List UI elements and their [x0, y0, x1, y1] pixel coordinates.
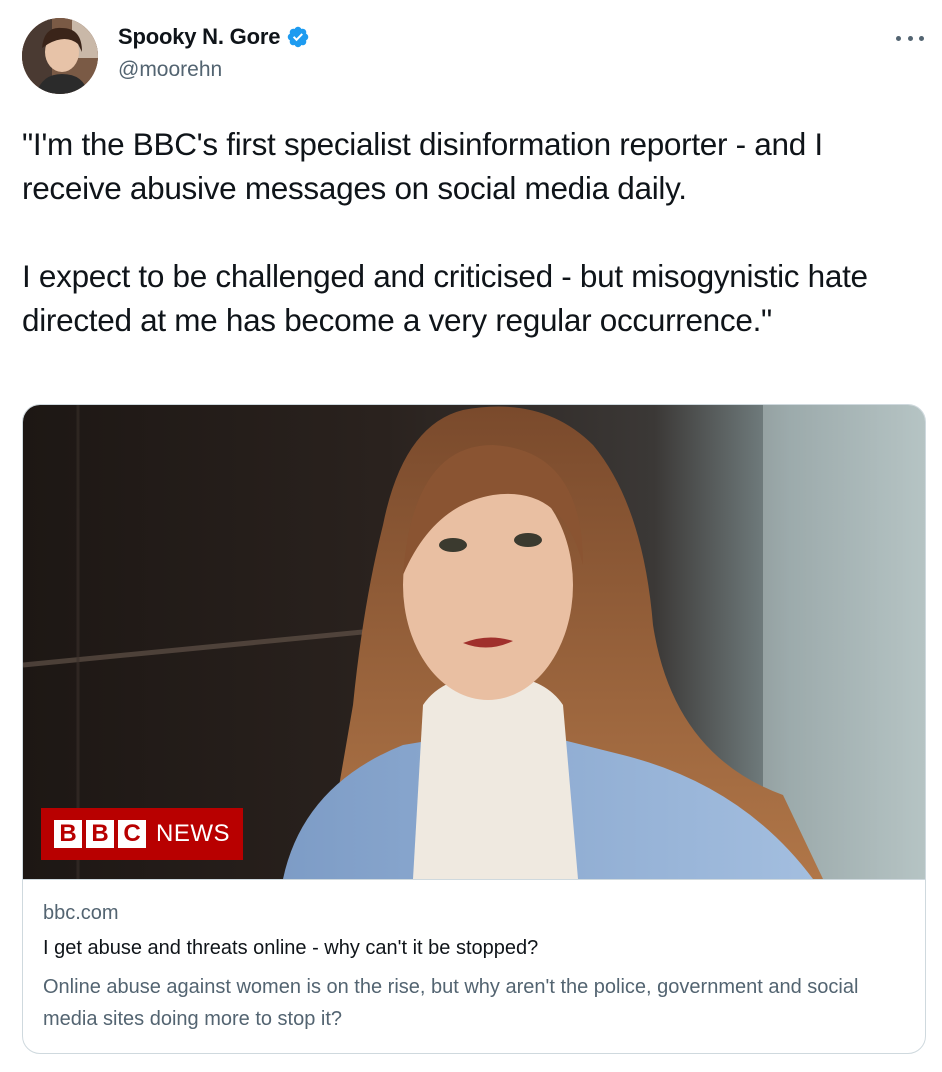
author-handle[interactable]: @moorehn [118, 58, 222, 82]
tweet: Spooky N. Gore @moorehn "I'm the BBC's f… [0, 0, 942, 1072]
more-dot [896, 35, 901, 41]
card-title[interactable]: I get abuse and threats online - why can… [43, 937, 538, 960]
bbc-news-logo: B B C NEWS [41, 808, 243, 860]
tweet-paragraph: I expect to be challenged and criticised… [22, 258, 868, 338]
tweet-text: "I'm the BBC's first specialist disinfor… [22, 122, 922, 342]
verified-badge-icon [287, 26, 309, 48]
bbc-logo-letter: B [86, 820, 114, 848]
tweet-paragraph: "I'm the BBC's first specialist disinfor… [22, 126, 823, 206]
more-dot [907, 35, 913, 41]
card-domain: bbc.com [43, 902, 119, 924]
more-options-icon[interactable] [896, 28, 924, 48]
avatar[interactable] [22, 18, 98, 94]
avatar-image [22, 18, 98, 94]
bbc-logo-letter: B [54, 820, 82, 848]
card-divider [23, 879, 925, 880]
bbc-logo-news: NEWS [156, 820, 230, 847]
author-name-row: Spooky N. Gore [118, 24, 310, 50]
link-card[interactable]: B B C NEWS bbc.com I get abuse and threa… [22, 404, 926, 1054]
author-display-name[interactable]: Spooky N. Gore [118, 24, 280, 50]
more-dot [919, 35, 924, 41]
card-description: Online abuse against women is on the ris… [43, 976, 859, 1030]
bbc-logo-letter: C [118, 820, 146, 848]
card-image[interactable]: B B C NEWS [23, 405, 925, 879]
